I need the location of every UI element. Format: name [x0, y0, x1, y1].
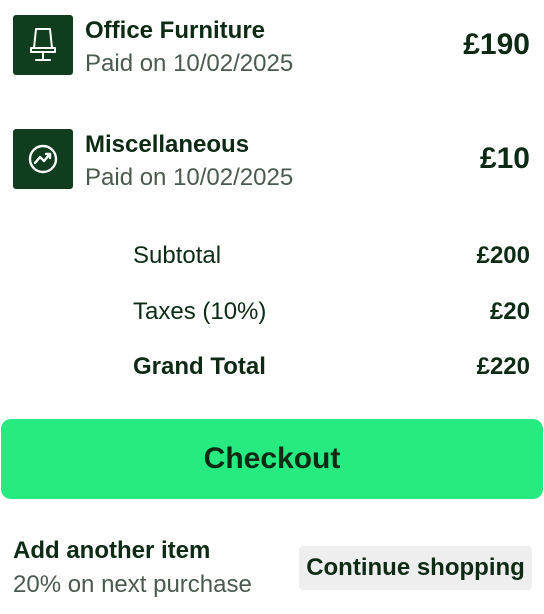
subtotal-label: Subtotal [133, 242, 222, 269]
grand-total-value: £220 [476, 353, 530, 380]
taxes-label: Taxes (10%) [133, 298, 267, 325]
taxes-row: Taxes (10%) £20 [133, 297, 530, 327]
grand-total-label: Grand Total [133, 353, 266, 380]
grand-total-row: Grand Total £220 [133, 352, 530, 382]
subtotal-value: £200 [476, 242, 530, 269]
trending-up-icon [13, 129, 73, 189]
item-title: Miscellaneous [85, 131, 250, 158]
cart-item: Office Furniture Paid on 10/02/2025 £190 [0, 15, 544, 79]
item-price: £190 [463, 28, 530, 61]
item-title: Office Furniture [85, 17, 266, 44]
continue-shopping-button[interactable]: Continue shopping [299, 546, 532, 590]
item-price: £10 [479, 142, 530, 175]
chair-icon [13, 15, 73, 75]
taxes-value: £20 [489, 298, 530, 325]
subtotal-row: Subtotal £200 [133, 241, 530, 271]
add-item-title: Add another item [13, 537, 211, 564]
checkout-button[interactable]: Checkout [1, 419, 543, 499]
cart-item: Miscellaneous Paid on 10/02/2025 £10 [0, 129, 544, 193]
promo-text: 20% on next purchase [13, 571, 252, 598]
item-paid-date: Paid on 10/02/2025 [85, 50, 294, 77]
item-paid-date: Paid on 10/02/2025 [85, 164, 294, 191]
